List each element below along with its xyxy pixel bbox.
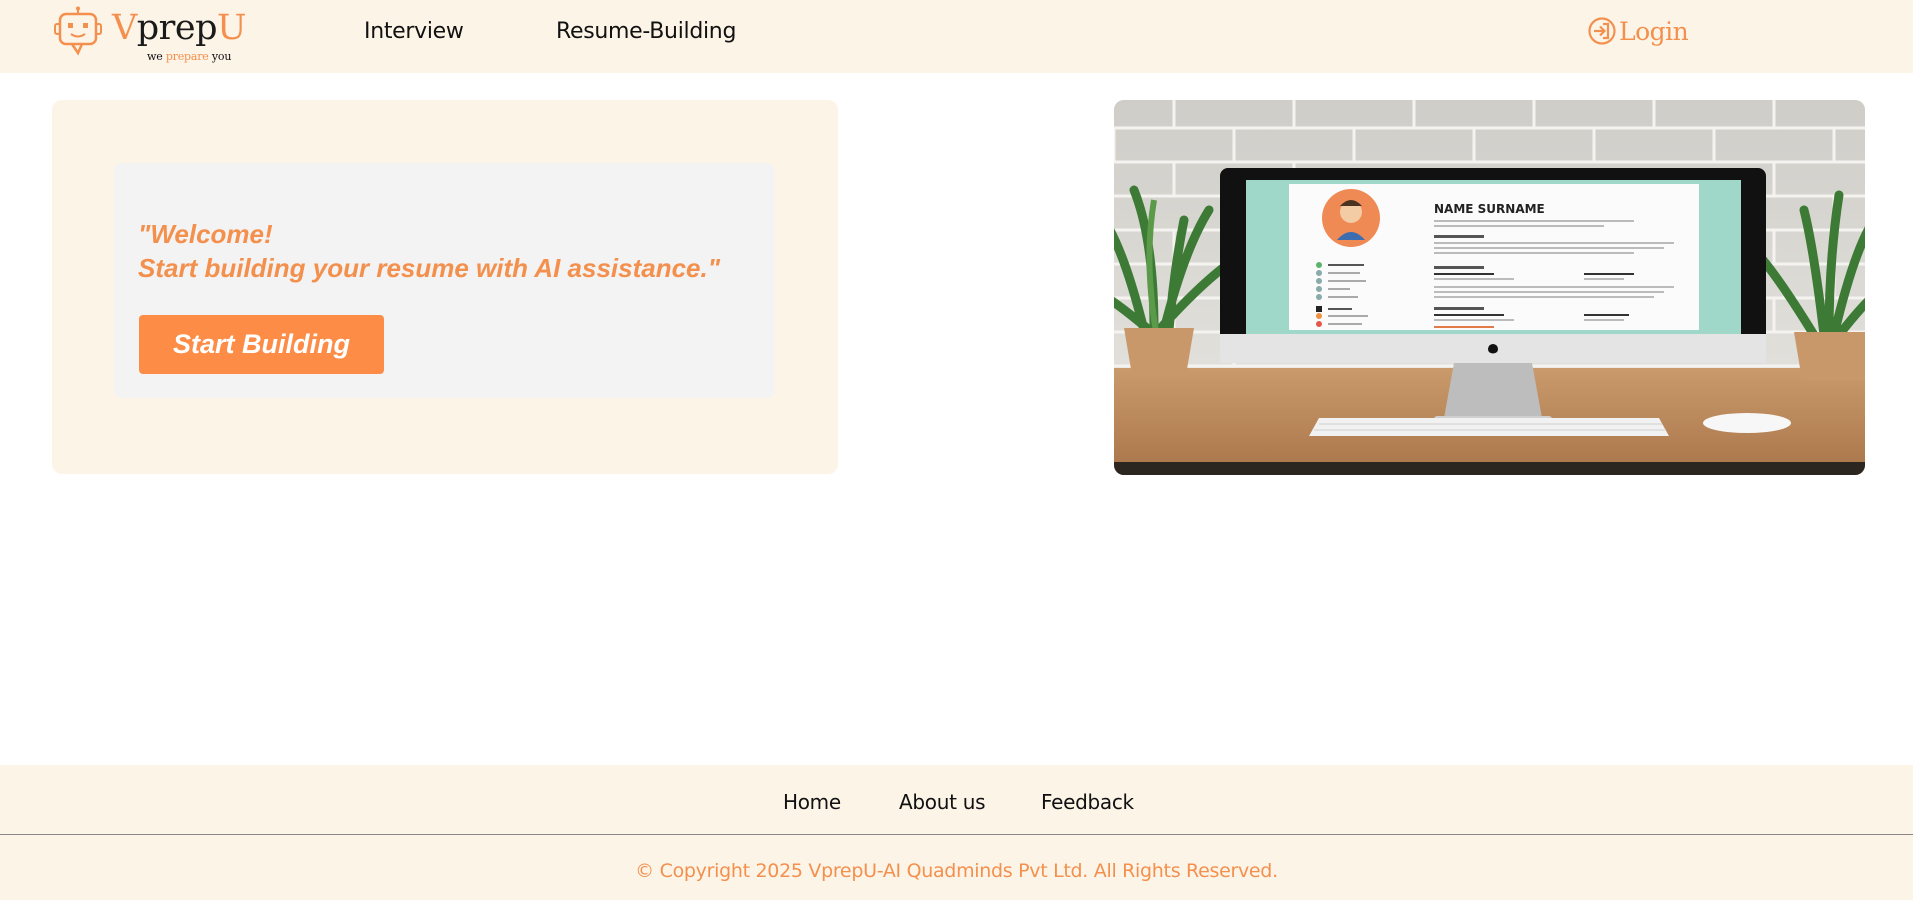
welcome-line-2: Start building your resume with AI assis… xyxy=(138,253,721,283)
welcome-panel: "Welcome! Start building your resume wit… xyxy=(114,163,775,398)
footer-link-feedback[interactable]: Feedback xyxy=(1041,790,1134,814)
welcome-message: "Welcome! Start building your resume wit… xyxy=(138,217,768,285)
footer-link-home[interactable]: Home xyxy=(783,790,841,814)
login-button[interactable]: Login xyxy=(1587,14,1689,48)
robot-chat-icon xyxy=(54,6,102,56)
copyright-text: © Copyright 2025 VprepU-AI Quadminds Pvt… xyxy=(635,860,1278,882)
nav-link-interview[interactable]: Interview xyxy=(364,19,464,44)
login-label: Login xyxy=(1619,16,1689,46)
brand-logo[interactable]: VprepU we prepare you xyxy=(54,6,247,66)
brand-tagline: we prepare you xyxy=(147,50,232,63)
login-icon xyxy=(1588,17,1616,45)
hero-image: NAME SURNAME xyxy=(1114,100,1865,475)
brand-wordmark: VprepU xyxy=(112,8,247,48)
computer-resume-illustration: NAME SURNAME xyxy=(1114,100,1865,475)
welcome-line-1: "Welcome! xyxy=(138,219,273,249)
nav-link-resume-building[interactable]: Resume-Building xyxy=(556,19,736,44)
footer-divider xyxy=(0,834,1913,835)
top-nav-bar: VprepU we prepare you Interview Resume-B… xyxy=(0,0,1913,73)
resume-name-text: NAME SURNAME xyxy=(1434,202,1545,216)
start-building-button[interactable]: Start Building xyxy=(139,315,384,374)
footer: Home About us Feedback © Copyright 2025 … xyxy=(0,765,1913,900)
welcome-card: "Welcome! Start building your resume wit… xyxy=(52,100,838,474)
footer-link-about-us[interactable]: About us xyxy=(899,790,985,814)
